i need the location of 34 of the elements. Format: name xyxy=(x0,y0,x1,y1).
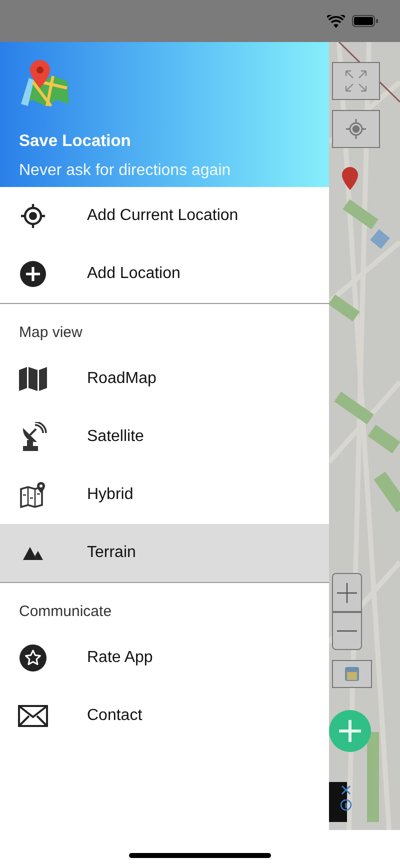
layers-icon xyxy=(344,666,360,682)
zoom-in-button[interactable] xyxy=(332,573,362,612)
fullscreen-button[interactable] xyxy=(332,62,380,100)
star-circle-icon xyxy=(19,644,47,672)
locate-button[interactable] xyxy=(332,110,380,148)
target-icon xyxy=(346,119,366,139)
menu-item[interactable]: Terrain xyxy=(0,524,329,582)
map-pin-icon xyxy=(19,60,71,110)
plus-icon xyxy=(337,582,357,602)
mountain-icon xyxy=(23,546,43,560)
minus-icon xyxy=(337,629,357,633)
menu-item[interactable]: Rate App xyxy=(0,629,329,687)
wifi-icon xyxy=(327,14,345,28)
expand-icon xyxy=(345,70,367,92)
map-pin-icon xyxy=(19,482,47,508)
app-title: Save Location xyxy=(19,132,132,151)
layers-button[interactable] xyxy=(332,660,372,688)
menu-item[interactable]: Hybrid xyxy=(0,466,329,524)
add-circle-icon xyxy=(19,260,47,288)
map-icon xyxy=(18,366,48,392)
app-subtitle: Never ask for directions again xyxy=(19,162,232,180)
menu-item[interactable]: RoadMap xyxy=(0,350,329,408)
ad-close-icon[interactable] xyxy=(340,785,352,813)
battery-icon xyxy=(352,15,378,27)
menu-item[interactable]: Add Location xyxy=(0,245,329,303)
envelope-icon xyxy=(18,705,48,727)
menu-item[interactable]: Satellite xyxy=(0,408,329,466)
menu-item[interactable]: Add Current Location xyxy=(0,187,329,245)
plus-icon xyxy=(339,720,361,742)
section-heading: Map view xyxy=(18,323,84,343)
menu-item[interactable]: Contact xyxy=(0,687,329,745)
zoom-out-button[interactable] xyxy=(332,612,362,650)
section-heading: Communicate xyxy=(18,602,113,622)
target-icon xyxy=(20,203,46,229)
